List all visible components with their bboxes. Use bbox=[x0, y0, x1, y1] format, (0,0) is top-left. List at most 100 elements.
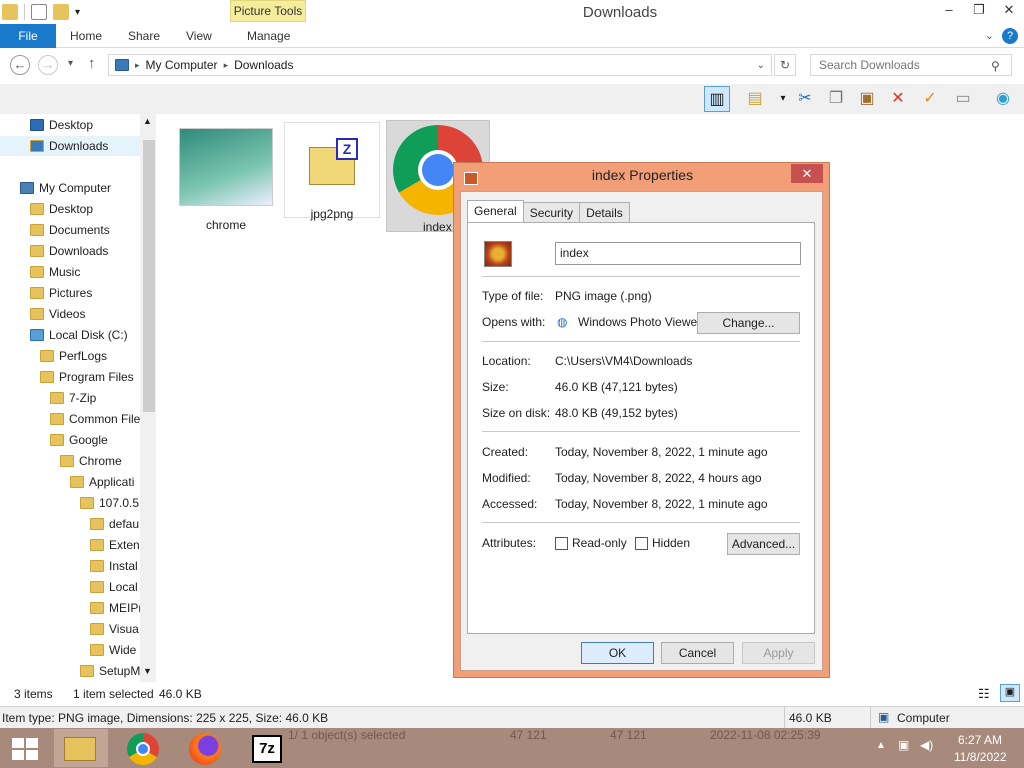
nav-item-local-disk[interactable]: Local Disk (C:) bbox=[30, 325, 128, 345]
file-item-chrome[interactable]: chrome bbox=[176, 124, 276, 232]
nav-item-application[interactable]: Applicati bbox=[70, 472, 134, 492]
dialog-close-button[interactable]: ✕ bbox=[791, 164, 823, 183]
paste-icon[interactable]: ▣ bbox=[854, 86, 880, 112]
checkbox-box[interactable] bbox=[635, 537, 648, 551]
tab-general[interactable]: General bbox=[467, 200, 524, 223]
nav-item-downloads[interactable]: Downloads bbox=[30, 241, 108, 261]
clock-date[interactable]: 11/8/2022 bbox=[954, 750, 1007, 764]
type-label: Type of file: bbox=[482, 289, 544, 303]
scroll-down-icon[interactable]: ▼ bbox=[143, 666, 152, 676]
nav-scrollbar-thumb[interactable] bbox=[143, 140, 155, 412]
network-icon[interactable]: ▣ bbox=[898, 738, 909, 752]
refresh-button[interactable]: ↻ bbox=[774, 54, 796, 76]
back-button[interactable]: ← bbox=[10, 55, 30, 75]
nav-item-installer[interactable]: Instal bbox=[90, 556, 138, 576]
nav-item-google[interactable]: Google bbox=[50, 430, 108, 450]
search-icon[interactable]: ⚲ bbox=[991, 59, 1018, 73]
nav-item-common-files[interactable]: Common File bbox=[50, 409, 140, 429]
nav-item-extensions[interactable]: Exten bbox=[90, 535, 140, 555]
search-input[interactable]: Search Downloads bbox=[810, 54, 1012, 76]
nav-item-videos[interactable]: Videos bbox=[30, 304, 85, 324]
chevron-down-icon[interactable]: ▾ bbox=[75, 7, 80, 18]
properties-icon[interactable]: ▭ bbox=[950, 86, 976, 112]
nav-item-meipr[interactable]: MEIPr bbox=[90, 598, 142, 618]
nav-item-widevine[interactable]: Wide bbox=[90, 640, 136, 660]
nav-item-desktop-fav[interactable]: Desktop bbox=[30, 115, 93, 135]
ok-button[interactable]: OK bbox=[581, 642, 654, 664]
delete-icon[interactable]: ✕ bbox=[885, 86, 911, 112]
cut-icon[interactable]: ✂ bbox=[792, 86, 818, 112]
tab-home[interactable]: Home bbox=[70, 29, 102, 43]
move-to-icon[interactable]: ▤ bbox=[742, 86, 768, 112]
nav-item-default[interactable]: defau bbox=[90, 514, 139, 534]
chevron-right-icon[interactable]: ▸ bbox=[135, 60, 140, 71]
address-input[interactable]: ▸ My Computer ▸ Downloads ⌄ bbox=[108, 54, 772, 76]
chevron-right-icon[interactable]: ▸ bbox=[224, 60, 229, 71]
cancel-button[interactable]: Cancel bbox=[661, 642, 734, 664]
clock-time[interactable]: 6:27 AM bbox=[958, 733, 1002, 747]
file-item-jpg2png[interactable]: Z jpg2png bbox=[284, 122, 380, 221]
nav-item-downloads-fav[interactable]: Downloads bbox=[0, 136, 140, 156]
divider bbox=[482, 522, 800, 523]
breadcrumb-my-computer[interactable]: My Computer bbox=[146, 58, 218, 72]
help-icon[interactable]: ? bbox=[1002, 28, 1018, 44]
properties-icon[interactable] bbox=[31, 4, 47, 20]
tab-file[interactable]: File bbox=[0, 24, 56, 48]
nav-item-pictures[interactable]: Pictures bbox=[30, 283, 92, 303]
recent-locations-icon[interactable]: ▾ bbox=[68, 58, 73, 69]
nav-item-setup[interactable]: SetupM bbox=[80, 661, 140, 681]
thumbnail-image bbox=[179, 128, 273, 206]
advanced-button[interactable]: Advanced... bbox=[727, 533, 800, 555]
folder-icon bbox=[30, 287, 44, 299]
change-button[interactable]: Change... bbox=[697, 312, 800, 334]
chevron-down-icon[interactable]: ⌄ bbox=[757, 60, 765, 71]
nav-item-music[interactable]: Music bbox=[30, 262, 80, 282]
details-view-icon[interactable]: ☷ bbox=[978, 686, 990, 702]
nav-item-locales[interactable]: Local bbox=[90, 577, 138, 597]
nav-item-my-computer[interactable]: My Computer bbox=[20, 178, 111, 198]
expand-ribbon-icon[interactable]: ⌄ bbox=[985, 29, 994, 42]
volume-icon[interactable]: ◀) bbox=[920, 738, 933, 752]
up-icon[interactable]: ↑ bbox=[88, 55, 96, 72]
breadcrumb-downloads[interactable]: Downloads bbox=[234, 58, 293, 72]
taskbar-firefox[interactable] bbox=[178, 729, 232, 767]
preview-pane-icon[interactable]: ▥ bbox=[704, 86, 730, 112]
taskbar-7zip[interactable]: 7z bbox=[240, 729, 294, 767]
tray-expand-icon[interactable]: ▲ bbox=[876, 740, 886, 751]
forward-button[interactable]: → bbox=[38, 55, 58, 75]
hidden-checkbox[interactable]: Hidden bbox=[635, 536, 690, 551]
nav-item-chrome[interactable]: Chrome bbox=[60, 451, 122, 471]
nav-item-7zip[interactable]: 7-Zip bbox=[50, 388, 96, 408]
copy-icon[interactable]: ❐ bbox=[823, 86, 849, 112]
nav-item-desktop[interactable]: Desktop bbox=[30, 199, 93, 219]
tab-manage[interactable]: Manage bbox=[247, 29, 290, 43]
folder-icon[interactable] bbox=[2, 4, 18, 20]
tab-share[interactable]: Share bbox=[128, 29, 160, 43]
minimize-button[interactable]: ‒ bbox=[934, 0, 964, 22]
start-button[interactable] bbox=[0, 729, 54, 767]
rename-icon[interactable]: ✓ bbox=[917, 86, 943, 112]
apply-button[interactable]: Apply bbox=[742, 642, 815, 664]
taskbar-chrome[interactable] bbox=[116, 729, 170, 767]
taskbar-explorer[interactable] bbox=[54, 729, 108, 767]
filename-input[interactable]: index bbox=[555, 242, 801, 265]
nav-item-documents[interactable]: Documents bbox=[30, 220, 110, 240]
nav-item-program-files[interactable]: Program Files bbox=[40, 367, 134, 387]
maximize-button[interactable]: ❐ bbox=[964, 0, 994, 22]
globe-icon[interactable]: ◉ bbox=[990, 86, 1016, 112]
readonly-checkbox[interactable]: Read-only bbox=[555, 536, 627, 551]
large-icons-view-icon[interactable]: ▣ bbox=[1000, 684, 1020, 702]
toolbar: ▥ ▤ ▾ ✂ ❐ ▣ ✕ ✓ ▭ ◉ bbox=[0, 84, 1024, 114]
scroll-up-icon[interactable]: ▲ bbox=[143, 116, 152, 126]
checkbox-box[interactable] bbox=[555, 537, 568, 551]
close-button[interactable]: ✕ bbox=[994, 0, 1024, 22]
tab-view[interactable]: View bbox=[186, 29, 212, 43]
ribbon-tabs: File Home Share View Manage ⌄ ? bbox=[0, 24, 1024, 48]
nav-item-perflogs[interactable]: PerfLogs bbox=[40, 346, 107, 366]
window-title: Downloads bbox=[582, 4, 658, 21]
nav-item-version[interactable]: 107.0.5 bbox=[80, 493, 139, 513]
divider bbox=[784, 707, 785, 728]
dialog-title: index Properties bbox=[591, 167, 694, 183]
new-folder-icon[interactable] bbox=[53, 4, 69, 20]
nav-item-visual[interactable]: Visua bbox=[90, 619, 139, 639]
